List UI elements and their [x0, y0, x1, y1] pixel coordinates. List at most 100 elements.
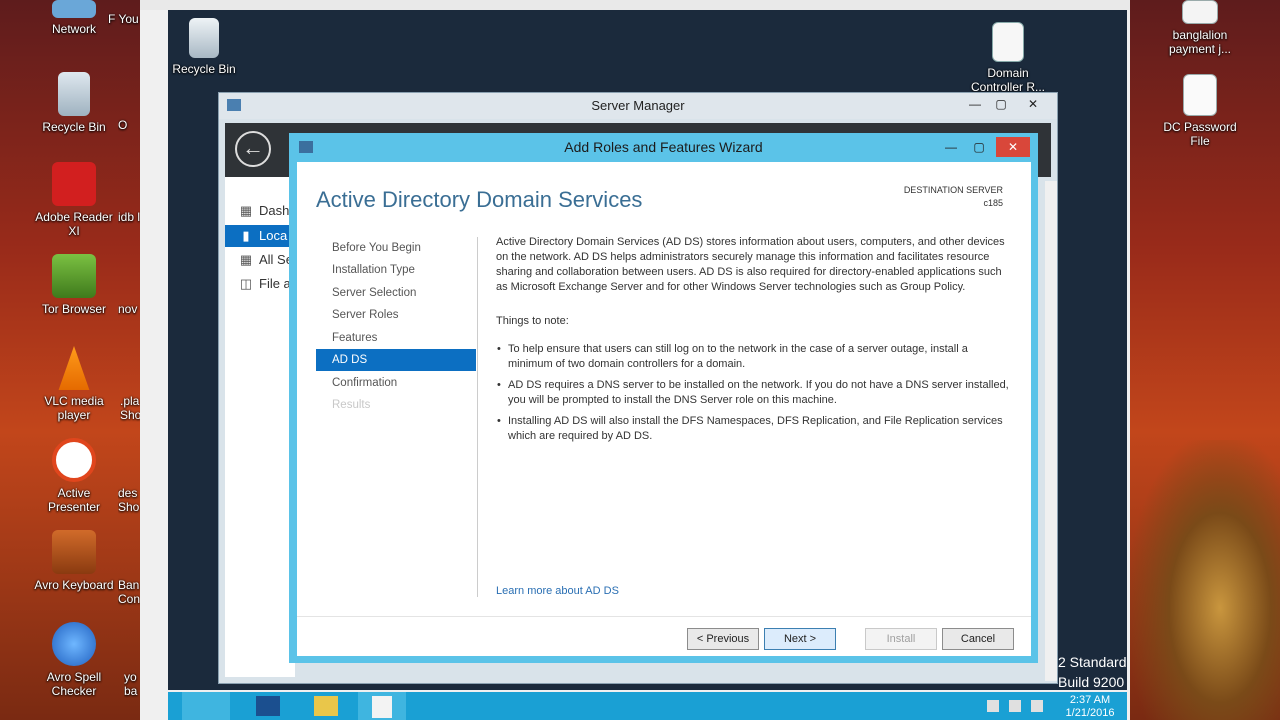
network-icon	[52, 0, 96, 18]
maximize-icon: ▢	[995, 97, 1007, 111]
guest-taskbar: 2:37 AM 1/21/2016	[168, 692, 1127, 720]
volume-icon[interactable]	[1031, 700, 1043, 712]
network-icon[interactable]	[987, 700, 999, 712]
host-partial-shortcut[interactable]: Ban Con	[118, 578, 140, 606]
sidebar-item-file-services[interactable]: ◫ File a	[225, 273, 295, 295]
server-manager-scrollbar[interactable]	[1045, 181, 1057, 681]
recycle-bin-icon	[58, 72, 90, 116]
host-icon-label: Adobe Reader XI	[35, 210, 113, 238]
recycle-bin-icon	[189, 18, 219, 58]
step-before-you-begin[interactable]: Before You Begin	[316, 237, 476, 259]
host-banglalion-file[interactable]: banglalion payment j...	[1160, 0, 1240, 56]
host-icon-label: VLC media player	[44, 394, 104, 422]
sm-close-button[interactable]: ✕	[1019, 94, 1047, 114]
sidebar-item-local-server[interactable]: ▮ Loca	[225, 225, 295, 247]
avro-keyboard-icon	[52, 530, 96, 574]
clock[interactable]: 2:37 AM 1/21/2016	[1057, 694, 1123, 720]
host-network-shortcut[interactable]: Network	[34, 0, 114, 36]
minimize-icon: —	[969, 97, 981, 111]
host-avro-spell-checker-shortcut[interactable]: Avro Spell Checker	[34, 622, 114, 698]
host-icon-label: Active Presenter	[47, 486, 101, 514]
host-vlc-shortcut[interactable]: VLC media player	[34, 346, 114, 422]
dashboard-icon: ▦	[239, 203, 253, 218]
step-server-selection[interactable]: Server Selection	[316, 282, 476, 304]
close-icon: ✕	[1007, 140, 1019, 154]
destination-server-name: c185	[983, 198, 1003, 208]
host-icon-label: des Sho	[118, 486, 140, 514]
install-button: Install	[865, 628, 937, 650]
host-icon-label: Recycle Bin	[42, 120, 106, 134]
powershell-taskbar-button[interactable]	[244, 692, 292, 720]
list-item: Installing AD DS will also install the D…	[496, 414, 1012, 444]
host-adobe-reader-shortcut[interactable]: Adobe Reader XI	[34, 162, 114, 238]
host-icon-label: O	[118, 118, 128, 132]
list-item: AD DS requires a DNS server to be instal…	[496, 378, 1012, 408]
host-icon-label: DC Password File	[1163, 120, 1237, 148]
host-partial-shortcut[interactable]: F You	[108, 12, 140, 26]
tor-browser-icon	[52, 254, 96, 298]
footer-divider	[297, 616, 1031, 617]
guest-recycle-bin-shortcut[interactable]: Recycle Bin	[164, 18, 244, 76]
host-icon-label: nov	[118, 302, 138, 316]
host-dc-password-file[interactable]: DC Password File	[1160, 74, 1240, 148]
host-icon-label: idb l	[118, 210, 140, 224]
host-partial-shortcut[interactable]: yo ba	[124, 670, 140, 698]
host-partial-shortcut[interactable]: nov	[118, 302, 140, 316]
active-presenter-icon	[52, 438, 96, 482]
close-icon: ✕	[1027, 97, 1039, 111]
previous-button[interactable]: < Previous	[687, 628, 759, 650]
sm-maximize-button[interactable]: ▢	[987, 94, 1015, 114]
list-item: To help ensure that users can still log …	[496, 342, 1012, 372]
host-partial-shortcut[interactable]: .pla Sho	[120, 394, 140, 422]
adobe-reader-icon	[52, 162, 96, 206]
step-ad-ds[interactable]: AD DS	[316, 349, 476, 371]
powershell-icon	[256, 696, 280, 716]
minimize-icon: —	[945, 140, 957, 154]
back-button[interactable]: ←	[235, 131, 271, 167]
clock-time: 2:37 AM	[1069, 694, 1111, 706]
host-active-presenter-shortcut[interactable]: Active Presenter	[34, 438, 114, 514]
step-confirmation[interactable]: Confirmation	[316, 372, 476, 394]
document-taskbar-button[interactable]	[358, 692, 406, 720]
host-partial-shortcut[interactable]: idb l	[118, 210, 140, 224]
server-manager-title: Server Manager	[591, 98, 685, 113]
explorer-taskbar-button[interactable]	[302, 692, 350, 720]
step-installation-type[interactable]: Installation Type	[316, 259, 476, 281]
host-avro-keyboard-shortcut[interactable]: Avro Keyboard	[34, 530, 114, 592]
wizard-close-button[interactable]: ✕	[996, 137, 1030, 157]
system-tray: 2:37 AM 1/21/2016	[987, 692, 1127, 720]
content-pane: Active Directory Domain Services (AD DS)…	[496, 235, 1012, 450]
wizard-minimize-button[interactable]: —	[937, 137, 965, 157]
host-tor-browser-shortcut[interactable]: Tor Browser	[34, 254, 114, 316]
sm-minimize-button[interactable]: —	[961, 94, 989, 114]
version-line: Build 9200	[1058, 674, 1125, 690]
document-icon	[992, 22, 1024, 62]
sidebar-item-dashboard[interactable]: ▦ Dash	[225, 200, 295, 222]
notes-heading: Things to note:	[496, 315, 569, 327]
next-button[interactable]: Next >	[764, 628, 836, 650]
document-icon	[1182, 0, 1218, 24]
notes-list: To help ensure that users can still log …	[496, 342, 1012, 444]
document-icon	[372, 696, 392, 718]
version-line: 2 Standard	[1058, 654, 1127, 670]
host-icon-label: Avro Spell Checker	[46, 670, 102, 698]
host-icon-label: .pla Sho	[120, 394, 140, 422]
back-arrow-icon: ←	[242, 135, 264, 160]
host-recycle-bin-shortcut[interactable]: Recycle Bin	[34, 72, 114, 134]
maximize-icon: ▢	[973, 140, 985, 154]
wizard-maximize-button[interactable]: ▢	[965, 137, 993, 157]
step-server-roles[interactable]: Server Roles	[316, 304, 476, 326]
host-partial-shortcut[interactable]: des Sho	[118, 486, 140, 514]
cancel-button[interactable]: Cancel	[942, 628, 1014, 650]
guest-icon-label: Domain Controller R...	[970, 66, 1046, 94]
flag-icon[interactable]	[1009, 700, 1021, 712]
step-features[interactable]: Features	[316, 327, 476, 349]
host-icon-label: yo ba	[124, 670, 138, 698]
sidebar-item-all-servers[interactable]: ▦ All Se	[225, 249, 295, 271]
host-partial-shortcut[interactable]: O	[118, 118, 140, 132]
server-manager-taskbar-button[interactable]	[182, 692, 230, 720]
guest-icon-label: Recycle Bin	[172, 62, 236, 76]
guest-domain-controller-file[interactable]: Domain Controller R...	[968, 22, 1048, 94]
learn-more-link[interactable]: Learn more about AD DS	[496, 585, 619, 597]
clock-date: 1/21/2016	[1065, 707, 1115, 719]
